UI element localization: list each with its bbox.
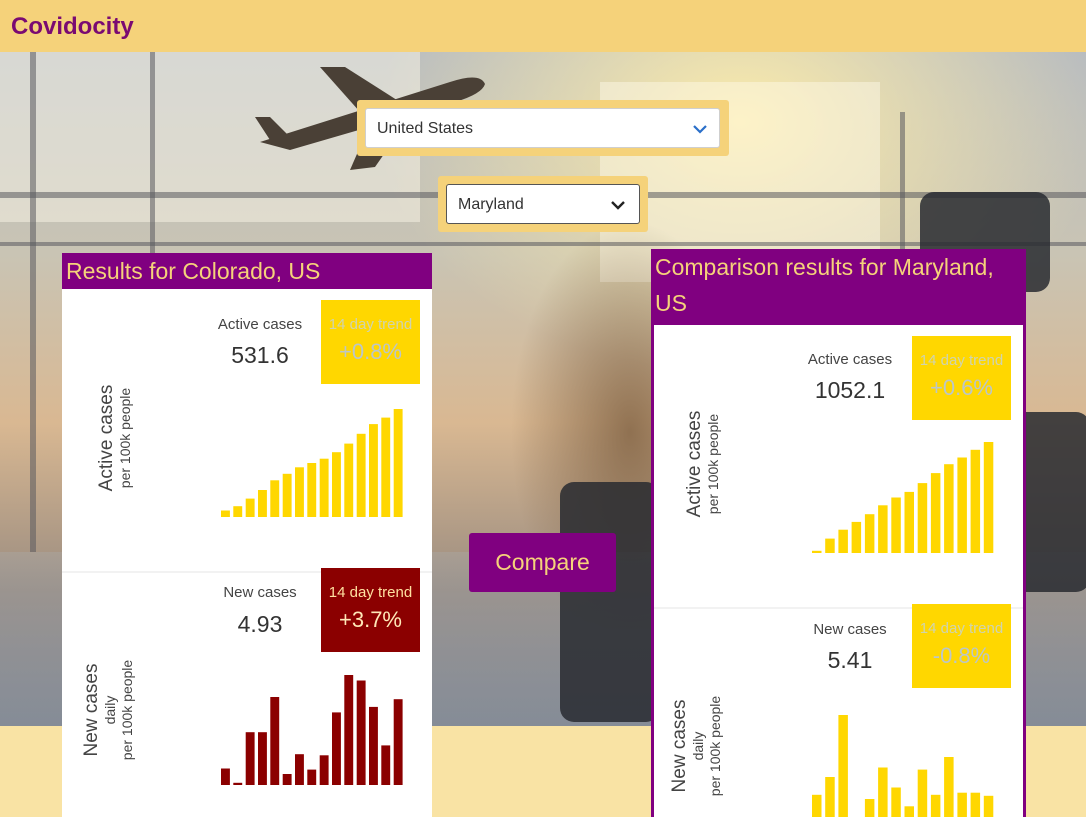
comparison-card-title: Comparison results for Maryland, US [651,249,1026,325]
comparison-new-bar-chart [812,715,994,817]
chart-bar [970,792,981,817]
chart-bar [295,467,304,517]
chart-bar [864,514,875,553]
comparison-new-trend-badge: 14 day trend -0.8% [912,604,1011,688]
chart-bar [891,787,901,817]
active-trend-badge: 14 day trend +0.8% [321,300,420,384]
chart-bar [258,732,267,785]
active-cases-label: Active cases [217,316,303,333]
chart-bar [332,452,341,517]
new-cases-label: New cases [223,584,297,601]
chart-bar [381,745,391,785]
chart-bar [944,464,954,553]
chart-bar [221,510,230,517]
chart-bar [904,806,914,817]
chart-bar [957,792,967,817]
chart-bar [369,424,378,517]
active-cases-value: 531.6 [231,342,289,368]
country-select-value: United States [377,120,474,137]
brand-logo[interactable]: Covidocity [11,13,134,41]
top-bar: Covidocity [0,0,1086,52]
chart-bar [295,754,304,785]
active-cases-axis-label: Active cases per 100k people [96,384,133,492]
chevron-down-icon [693,125,707,134]
chart-bar [825,538,835,553]
chart-bar [917,483,928,553]
comparison-active-value: 1052.1 [814,377,886,403]
chart-bar [233,782,243,785]
chart-bar [393,409,403,517]
chart-bar [344,443,354,517]
chart-bar [307,769,317,785]
chart-bar [369,706,378,785]
chart-bar [344,675,354,785]
chart-bar [393,699,403,785]
chart-bar [245,498,255,517]
country-select-frame: United States [357,100,729,156]
chart-bar [904,491,914,553]
chart-bar [270,480,280,517]
comparison-active-trend-badge: 14 day trend +0.6% [912,336,1011,420]
chart-bar [944,757,954,817]
chart-bar [221,768,230,785]
chart-bar [319,458,329,517]
chart-bar [838,529,848,553]
chart-bar [930,794,941,817]
chart-bar [838,715,848,817]
comparison-new-label: New cases [813,621,887,638]
state-select-value: Maryland [458,196,524,213]
comparison-card: Comparison results for Maryland, US Acti… [651,249,1026,817]
new-cases-axis-label: New cases daily per 100k people [81,659,135,761]
chart-bar [282,473,292,517]
active-cases-bar-chart [221,409,403,517]
chart-bar [381,417,391,517]
new-trend-badge: 14 day trend +3.7% [321,568,420,652]
chart-bar [812,794,822,817]
chart-bar [233,506,243,517]
active-cases-section: Active cases per 100k people Active case… [62,289,432,571]
chart-bar [957,457,967,553]
chart-bar [356,433,366,517]
chart-bar [930,473,941,553]
chart-bar [356,680,366,785]
chart-bar [891,497,901,553]
compare-button[interactable]: Compare [469,533,616,592]
chart-bar [970,449,981,553]
comparison-new-cases-section: New cases daily per 100k people New case… [654,604,1023,817]
new-cases-value: 4.93 [237,611,283,637]
chart-bar [864,799,875,817]
results-card-title: Results for Colorado, US [62,253,432,289]
chart-bar [307,463,317,517]
chart-bar [983,795,994,817]
country-select[interactable]: United States [365,108,720,148]
chart-bar [282,774,292,785]
chart-bar [917,769,928,817]
chart-bar [878,767,888,817]
comparison-active-cases-section: Active cases per 100k people Active case… [654,325,1023,607]
chart-bar [319,755,329,785]
chart-bar [270,697,280,785]
chart-bar [878,505,888,553]
new-cases-section: New cases daily per 100k people New case… [62,568,432,817]
new-cases-bar-chart [221,675,403,785]
chart-bar [983,442,994,553]
chart-bar [812,550,822,553]
comparison-active-bar-chart [812,442,994,553]
comparison-new-value: 5.41 [827,647,873,673]
results-card: Results for Colorado, US Active cases pe… [62,253,432,817]
chevron-down-icon [611,201,625,210]
state-select-frame: Maryland [438,176,648,232]
chart-bar [851,521,862,553]
comparison-new-axis-label: New cases daily per 100k people [669,695,723,797]
comparison-active-axis-label: Active cases per 100k people [684,410,721,518]
state-select[interactable]: Maryland [446,184,640,224]
chart-bar [825,777,835,817]
comparison-active-label: Active cases [807,351,893,368]
chart-bar [332,712,341,785]
chart-bar [258,490,267,517]
chart-bar [245,732,255,785]
